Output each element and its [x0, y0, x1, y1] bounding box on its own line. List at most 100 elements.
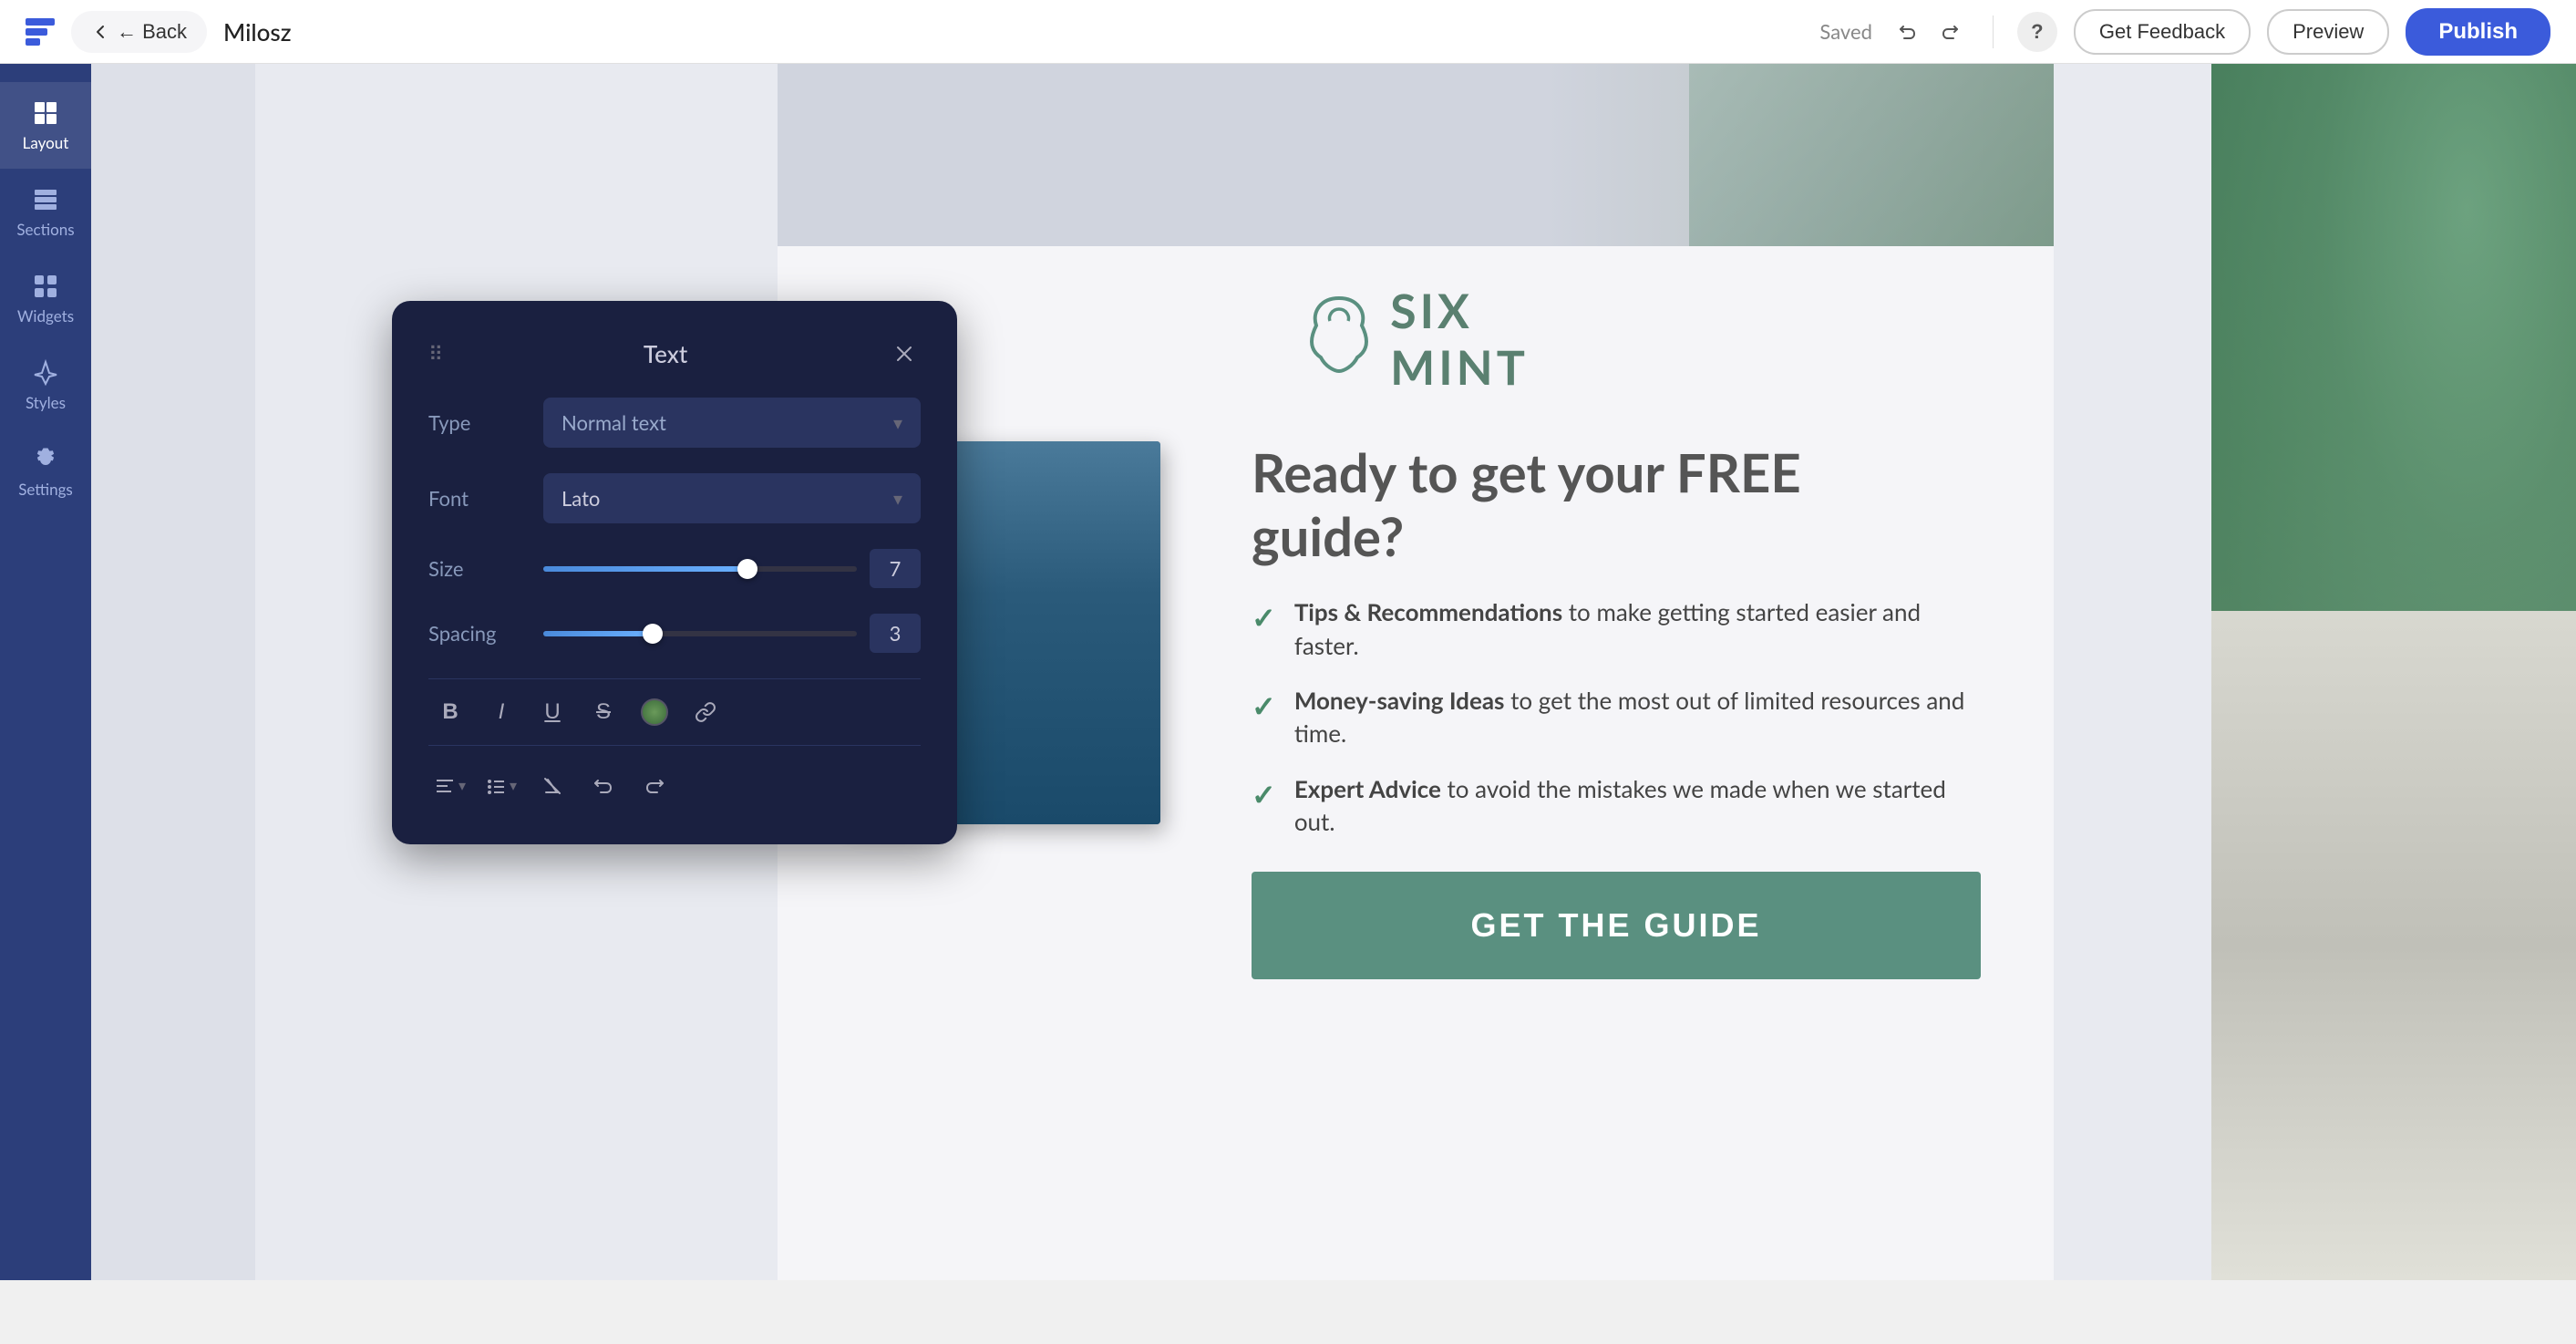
- spacing-slider-track[interactable]: [543, 631, 857, 636]
- align-left-icon: [435, 778, 455, 794]
- format-toolbar: B I U S: [428, 678, 921, 746]
- section-title-line1: Ready to get your FREE: [1252, 441, 1801, 504]
- feature-item-3: ✓ Expert Advice to avoid the mistakes we…: [1252, 772, 1981, 839]
- publish-label: Publish: [2438, 19, 2518, 44]
- brand-icon: [1303, 289, 1376, 389]
- list-style-button[interactable]: ▾: [479, 764, 523, 808]
- brand-name: SIX MINT: [1390, 283, 1529, 396]
- back-button[interactable]: ← Back: [71, 11, 207, 53]
- feature-text-2: Money-saving Ideas to get the most out o…: [1294, 684, 1981, 750]
- clear-format-button[interactable]: [531, 764, 574, 808]
- styles-icon: [31, 358, 60, 388]
- size-row: Size 7: [428, 549, 921, 588]
- font-value: Lato: [562, 486, 600, 511]
- spacing-slider-container: 3: [543, 614, 921, 653]
- feature-item-2: ✓ Money-saving Ideas to get the most out…: [1252, 684, 1981, 750]
- list-icon: [486, 778, 506, 794]
- sidebar: Layout Sections Widgets Styles Settings: [0, 64, 91, 1280]
- check-icon-3: ✓: [1252, 774, 1276, 815]
- sidebar-item-settings[interactable]: Settings: [0, 429, 91, 515]
- size-slider-track[interactable]: [543, 566, 857, 572]
- size-slider-fill: [543, 566, 747, 572]
- cta-button[interactable]: GET THE GUIDE: [1252, 872, 1981, 979]
- font-dropdown[interactable]: Lato ▾: [543, 473, 921, 523]
- sidebar-item-layout[interactable]: Layout: [0, 82, 91, 169]
- section-title-line2: guide?: [1252, 505, 1404, 568]
- widgets-icon: [31, 272, 60, 301]
- help-button[interactable]: ?: [2017, 12, 2057, 52]
- sidebar-item-styles-label: Styles: [26, 393, 66, 412]
- redo-button[interactable]: [1932, 14, 1969, 50]
- feature-text-3: Expert Advice to avoid the mistakes we m…: [1294, 772, 1981, 839]
- sidebar-item-settings-label: Settings: [18, 480, 73, 499]
- publish-button[interactable]: Publish: [2406, 8, 2550, 56]
- undo-button[interactable]: [1889, 14, 1925, 50]
- font-dropdown-arrow: ▾: [893, 488, 902, 510]
- help-icon: ?: [2031, 20, 2043, 44]
- feedback-button[interactable]: Get Feedback: [2074, 9, 2251, 55]
- sidebar-item-widgets-label: Widgets: [17, 306, 74, 326]
- panel-header: ⠿ Text: [428, 337, 921, 370]
- list-dropdown-arrow: ▾: [510, 777, 517, 795]
- type-value: Normal text: [562, 410, 666, 435]
- panel-title: Text: [443, 339, 888, 368]
- text-panel: ⠿ Text Type Normal text ▾ Font Lato ▾: [392, 301, 957, 844]
- undo-redo-group: [1889, 14, 1969, 50]
- size-slider-thumb: [737, 559, 757, 579]
- align-left-button[interactable]: ▾: [428, 764, 472, 808]
- align-left-dropdown: ▾: [428, 770, 473, 802]
- preview-button[interactable]: Preview: [2267, 9, 2389, 55]
- page-name: Milosz: [223, 17, 292, 47]
- strikethrough-button[interactable]: S: [582, 690, 625, 734]
- sections-icon: [31, 185, 60, 214]
- settings-icon: [31, 445, 60, 474]
- content-col: Ready to get your FREE guide? ✓ Tips & R…: [1197, 441, 1981, 979]
- sidebar-item-styles[interactable]: Styles: [0, 342, 91, 429]
- size-value: 7: [870, 549, 921, 588]
- sidebar-item-sections[interactable]: Sections: [0, 169, 91, 255]
- preview-label: Preview: [2293, 20, 2364, 43]
- bold-button[interactable]: B: [428, 690, 472, 734]
- brand-section: SIX MINT: [778, 246, 2054, 423]
- logo: [26, 18, 55, 46]
- spacing-label: Spacing: [428, 621, 529, 646]
- link-icon: [695, 701, 716, 723]
- size-slider-container: 7: [543, 549, 921, 588]
- font-row: Font Lato ▾: [428, 473, 921, 523]
- align-dropdown-arrow: ▾: [459, 777, 466, 795]
- spacing-slider-fill: [543, 631, 653, 636]
- page-wrapper: SIX MINT ● SIX ● MINT Tips & Time-saving…: [778, 64, 2054, 1280]
- feature-item-1: ✓ Tips & Recommendations to make getting…: [1252, 595, 1981, 662]
- back-label: ← Back: [117, 20, 187, 44]
- feedback-label: Get Feedback: [2099, 20, 2225, 43]
- undo-text-button[interactable]: [582, 764, 625, 808]
- type-row: Type Normal text ▾: [428, 398, 921, 448]
- color-button[interactable]: [633, 690, 676, 734]
- panel-close-button[interactable]: [888, 337, 921, 370]
- feature-list: ✓ Tips & Recommendations to make getting…: [1252, 595, 1981, 838]
- drag-handle[interactable]: ⠿: [428, 341, 443, 367]
- italic-button[interactable]: I: [479, 690, 523, 734]
- cta-label: GET THE GUIDE: [1470, 906, 1761, 944]
- check-icon-2: ✓: [1252, 686, 1276, 727]
- underline-button[interactable]: U: [531, 690, 574, 734]
- clear-format-icon: [541, 775, 563, 797]
- undo-text-icon: [592, 775, 614, 797]
- spacing-slider-thumb: [643, 624, 663, 644]
- sidebar-item-widgets[interactable]: Widgets: [0, 255, 91, 342]
- font-label: Font: [428, 486, 529, 511]
- align-toolbar: ▾ ▾: [428, 764, 921, 808]
- saved-status: Saved: [1819, 19, 1871, 44]
- list-dropdown: ▾: [479, 770, 524, 802]
- section-title: Ready to get your FREE guide?: [1252, 441, 1981, 568]
- type-dropdown[interactable]: Normal text ▾: [543, 398, 921, 448]
- left-panel-scroll: [91, 64, 255, 1280]
- undo-icon: [1897, 22, 1917, 42]
- brand-mint: MINT: [1390, 339, 1529, 396]
- link-button[interactable]: [684, 690, 727, 734]
- type-dropdown-arrow: ▾: [893, 412, 902, 434]
- redo-text-button[interactable]: [633, 764, 676, 808]
- spacing-row: Spacing 3: [428, 614, 921, 653]
- feature-bold-1: Tips & Recommendations: [1294, 597, 1562, 626]
- check-icon-1: ✓: [1252, 597, 1276, 638]
